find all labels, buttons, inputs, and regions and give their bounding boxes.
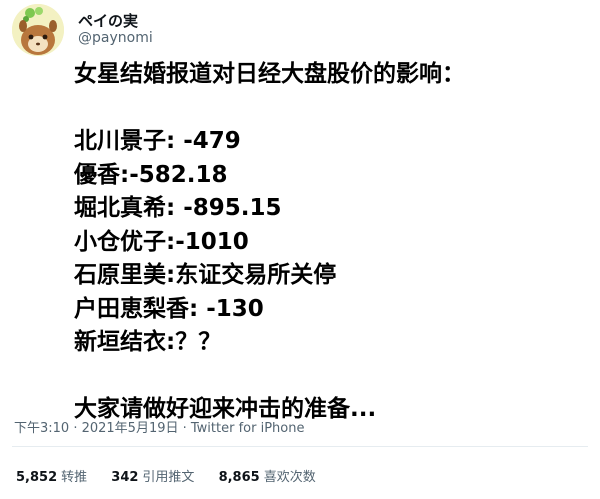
author-display-name[interactable]: ペイの実 [78, 10, 138, 31]
tweet-line: 新垣结衣:？？ [74, 329, 222, 355]
likes-label: 喜欢次数 [263, 470, 316, 485]
tweet-line: 女星结婚报道对日经大盘股价的影响： [74, 61, 465, 87]
quotes-count: 342 [111, 470, 139, 485]
divider [12, 446, 588, 447]
tweet-line: 户田恵梨香: -130 [74, 295, 264, 322]
tweet-line: 石原里美:东证交易所关停 [74, 262, 337, 288]
squirrel-avatar-icon [12, 4, 64, 56]
tweet-timestamp[interactable]: 下午3:10 · 2021年5月19日 · Twitter for iPhone [14, 417, 304, 436]
tweet-line: 堀北真希: -895.15 [74, 195, 282, 221]
tweet-line: 北川景子: -479 [74, 128, 241, 154]
tweet-stats: 5,852 转推 342 引用推文 8,865 喜欢次数 [16, 466, 336, 485]
retweets-label: 转推 [61, 470, 88, 485]
quotes-label: 引用推文 [142, 470, 195, 485]
tweet-line: 優香:-582.18 [74, 161, 228, 188]
quotes-stat[interactable]: 342 引用推文 [111, 470, 198, 485]
retweets-stat[interactable]: 5,852 转推 [16, 470, 91, 485]
likes-stat[interactable]: 8,865 喜欢次数 [219, 470, 316, 485]
likes-count: 8,865 [218, 470, 260, 485]
tweet-text: 女星结婚报道对日经大盘股价的影响： 北川景子: -479 優香:-582.18 … [74, 58, 465, 427]
retweets-count: 5,852 [16, 470, 58, 485]
tweet-line: 小仓优子:-1010 [74, 228, 249, 255]
avatar[interactable] [12, 4, 64, 56]
author-handle[interactable]: @paynomi [78, 30, 153, 46]
